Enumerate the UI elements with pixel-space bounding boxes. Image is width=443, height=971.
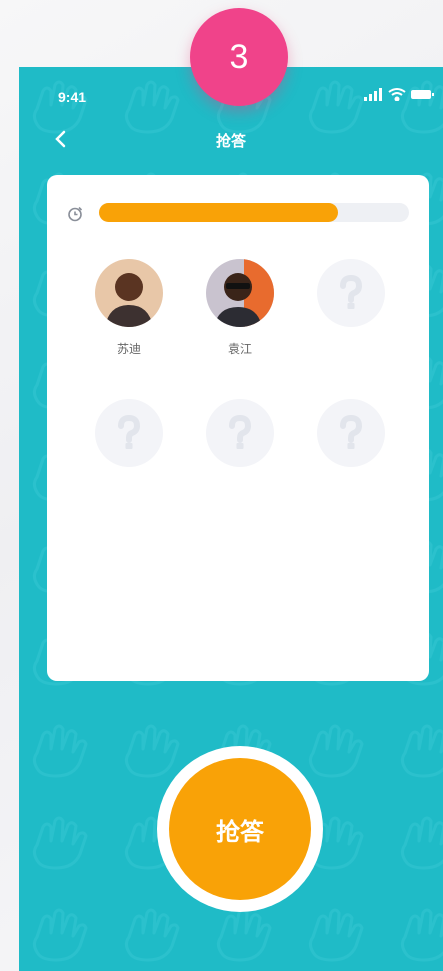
grab-button[interactable]: 抢答 bbox=[169, 758, 311, 900]
empty-slot bbox=[317, 259, 385, 327]
question-mark-icon bbox=[317, 399, 385, 467]
question-mark-icon bbox=[317, 259, 385, 327]
participant-slot: 苏迪 bbox=[95, 259, 163, 357]
wifi-icon bbox=[388, 88, 406, 101]
avatar bbox=[95, 259, 163, 327]
status-icons bbox=[364, 88, 434, 101]
question-mark-icon bbox=[206, 399, 274, 467]
countdown-progress bbox=[99, 203, 409, 222]
grab-button-ring: 抢答 bbox=[157, 746, 323, 912]
step-badge: 3 bbox=[190, 8, 288, 106]
participant-name: 袁江 bbox=[227, 342, 252, 356]
empty-slot bbox=[95, 399, 163, 467]
empty-slot bbox=[206, 399, 274, 467]
avatar bbox=[206, 259, 274, 327]
participant-slot: 袁江 bbox=[206, 259, 274, 357]
timer-icon bbox=[68, 206, 83, 222]
status-time: 9:41 bbox=[58, 89, 87, 105]
signal-icon bbox=[364, 88, 382, 101]
participant-name: 苏迪 bbox=[116, 342, 141, 356]
page-title: 抢答 bbox=[215, 132, 246, 150]
countdown-progress-fill bbox=[99, 203, 338, 222]
question-mark-icon bbox=[95, 399, 163, 467]
empty-slot bbox=[317, 399, 385, 467]
phone-screen: 9:41 抢答 苏迪 袁江 抢答 bbox=[19, 67, 443, 971]
answer-card: 苏迪 袁江 bbox=[47, 175, 429, 681]
battery-icon bbox=[411, 90, 434, 99]
